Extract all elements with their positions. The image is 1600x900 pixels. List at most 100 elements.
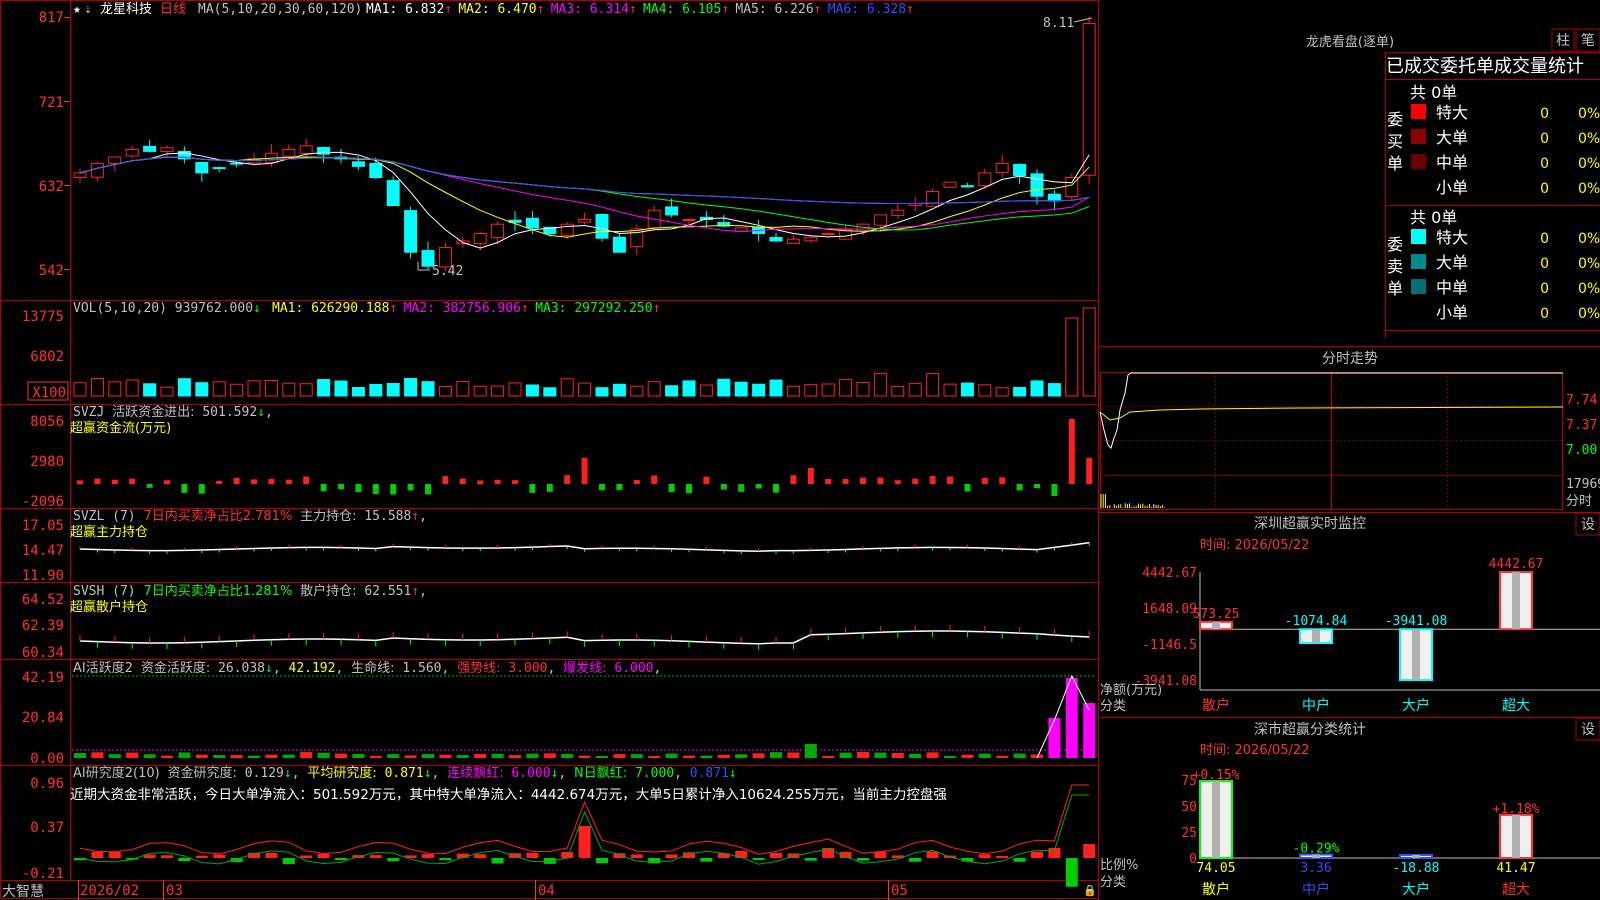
sell-side-label: 委卖单: [1387, 235, 1403, 298]
volume-bar: [543, 387, 557, 397]
research-bar: [874, 851, 887, 858]
candle-body: [473, 233, 487, 245]
ma-legend-item: MA4: 6.105↑: [643, 2, 729, 17]
flow-bar: [912, 478, 919, 484]
y-tick: -2096: [22, 494, 64, 510]
research-bar: [195, 855, 208, 858]
sz-monitor-title: 深圳超赢实时监控: [1254, 515, 1366, 532]
candle-body: [1013, 163, 1027, 177]
class-category: 超大: [1502, 882, 1530, 898]
sz-monitor-xlabel: 分类: [1100, 699, 1126, 714]
volume-bar: [734, 381, 748, 397]
volume-bar: [995, 387, 1009, 397]
volume-bar: [143, 383, 157, 397]
flow-bar: [372, 484, 379, 494]
order-size-label: 小单: [1436, 178, 1468, 197]
order-color-swatch: [1411, 254, 1426, 269]
activity-bar: [752, 753, 765, 758]
y-tick: 14.47: [22, 543, 64, 559]
volume-bar: [960, 382, 974, 397]
activity-bar: [387, 754, 400, 758]
monitor-value-label: 4442.67: [1489, 557, 1544, 572]
y-tick: 1648.09: [1142, 602, 1197, 617]
flow-bar: [790, 475, 797, 484]
research-bar: [491, 858, 504, 864]
order-pct: 0%: [1578, 256, 1600, 272]
volume-bar: [647, 381, 661, 397]
volume-bar: [612, 383, 626, 397]
candle-body: [1030, 173, 1044, 197]
main-y-tick-marks: [64, 17, 70, 270]
y-tick: -0.21: [22, 866, 64, 882]
flow-bar: [651, 475, 658, 484]
flow-bar: [459, 478, 466, 484]
class-category: 散户: [1202, 881, 1230, 898]
flow-bar: [251, 479, 257, 484]
candle-body: [90, 163, 104, 178]
activity-bar: [944, 755, 956, 758]
order-size-label: 大单: [1436, 253, 1468, 272]
activity-bar: [700, 755, 713, 758]
monitor-category: 中户: [1302, 697, 1330, 714]
svzj-bars: [77, 419, 1093, 496]
candle-body: [212, 167, 226, 170]
class-category: 中户: [1302, 881, 1330, 898]
period-label[interactable]: 日线: [160, 2, 186, 17]
activity-bar: [787, 752, 800, 758]
research-bar: [665, 854, 678, 858]
flow-bar: [164, 480, 170, 484]
volume-bar: [230, 383, 244, 397]
volume-bar: [717, 378, 731, 397]
volume-bar: [73, 382, 87, 397]
volume-bar: [595, 387, 609, 397]
svsh-y-axis: 64.52 62.39 60.34: [22, 592, 64, 661]
sell-total: 共 0单: [1410, 208, 1457, 227]
research-bar: [213, 854, 226, 858]
activity-bar: [1083, 703, 1096, 758]
research-bar: [526, 852, 539, 858]
flow-bar: [390, 484, 397, 495]
order-size-label: 大单: [1436, 128, 1468, 147]
monitor-value-label: 573.25: [1193, 607, 1240, 622]
class-value-label: 74.05: [1196, 861, 1235, 876]
flow-bar: [181, 484, 188, 493]
svg-text:设: 设: [1581, 722, 1595, 738]
class-category: 大户: [1402, 881, 1430, 898]
order-color-swatch: [1411, 229, 1426, 244]
candle-body: [978, 172, 992, 187]
volume-bar: [473, 385, 487, 397]
volume-bar: [926, 373, 940, 397]
monitor-category: 超大: [1502, 698, 1530, 714]
activity-bar: [804, 744, 817, 758]
research-bar: [178, 858, 191, 862]
y-tick: 542: [39, 263, 64, 279]
activity-bar: [665, 753, 678, 758]
volume-bar: [282, 382, 296, 397]
flow-bar: [198, 484, 205, 494]
ai2-y-axis: 0.96 0.37 -0.21: [22, 776, 64, 882]
order-count: 0: [1540, 231, 1549, 247]
favorite-toggle-icon[interactable]: ⇣: [84, 2, 92, 17]
activity-bar: [439, 754, 452, 758]
volume-bar: [125, 379, 139, 397]
order-pct: 0%: [1578, 181, 1600, 197]
vol-legend-item: MA3: 297292.250↑: [535, 301, 660, 316]
class-bar-shade: [1212, 780, 1220, 858]
research-bar: [265, 852, 278, 858]
y-tick: 0.37: [30, 820, 64, 836]
volume-bar: [560, 378, 574, 397]
candle-body: [351, 161, 365, 167]
favorite-star-icon[interactable]: ★: [73, 2, 81, 17]
monitor-bar-shade: [1412, 629, 1420, 680]
activity-bar: [265, 754, 278, 758]
svsh-title: SVSH (7) 7日内买卖净占比1.281% 散户持仓: 62.551↑, 超…: [70, 583, 427, 615]
buy-side-label: 委买单: [1387, 110, 1403, 173]
ma-legend-item: MA6: 6.328↑: [828, 2, 914, 17]
vol-legend-item: MA2: 382756.906↑: [404, 301, 529, 316]
activity-line: [1036, 674, 1090, 759]
y-tick: 13775: [22, 309, 64, 325]
activity-bar: [613, 754, 626, 758]
sz-class-time: 时间: 2026/05/22: [1200, 743, 1309, 758]
volume-bar: [90, 377, 104, 397]
y-tick: 632: [39, 179, 64, 195]
